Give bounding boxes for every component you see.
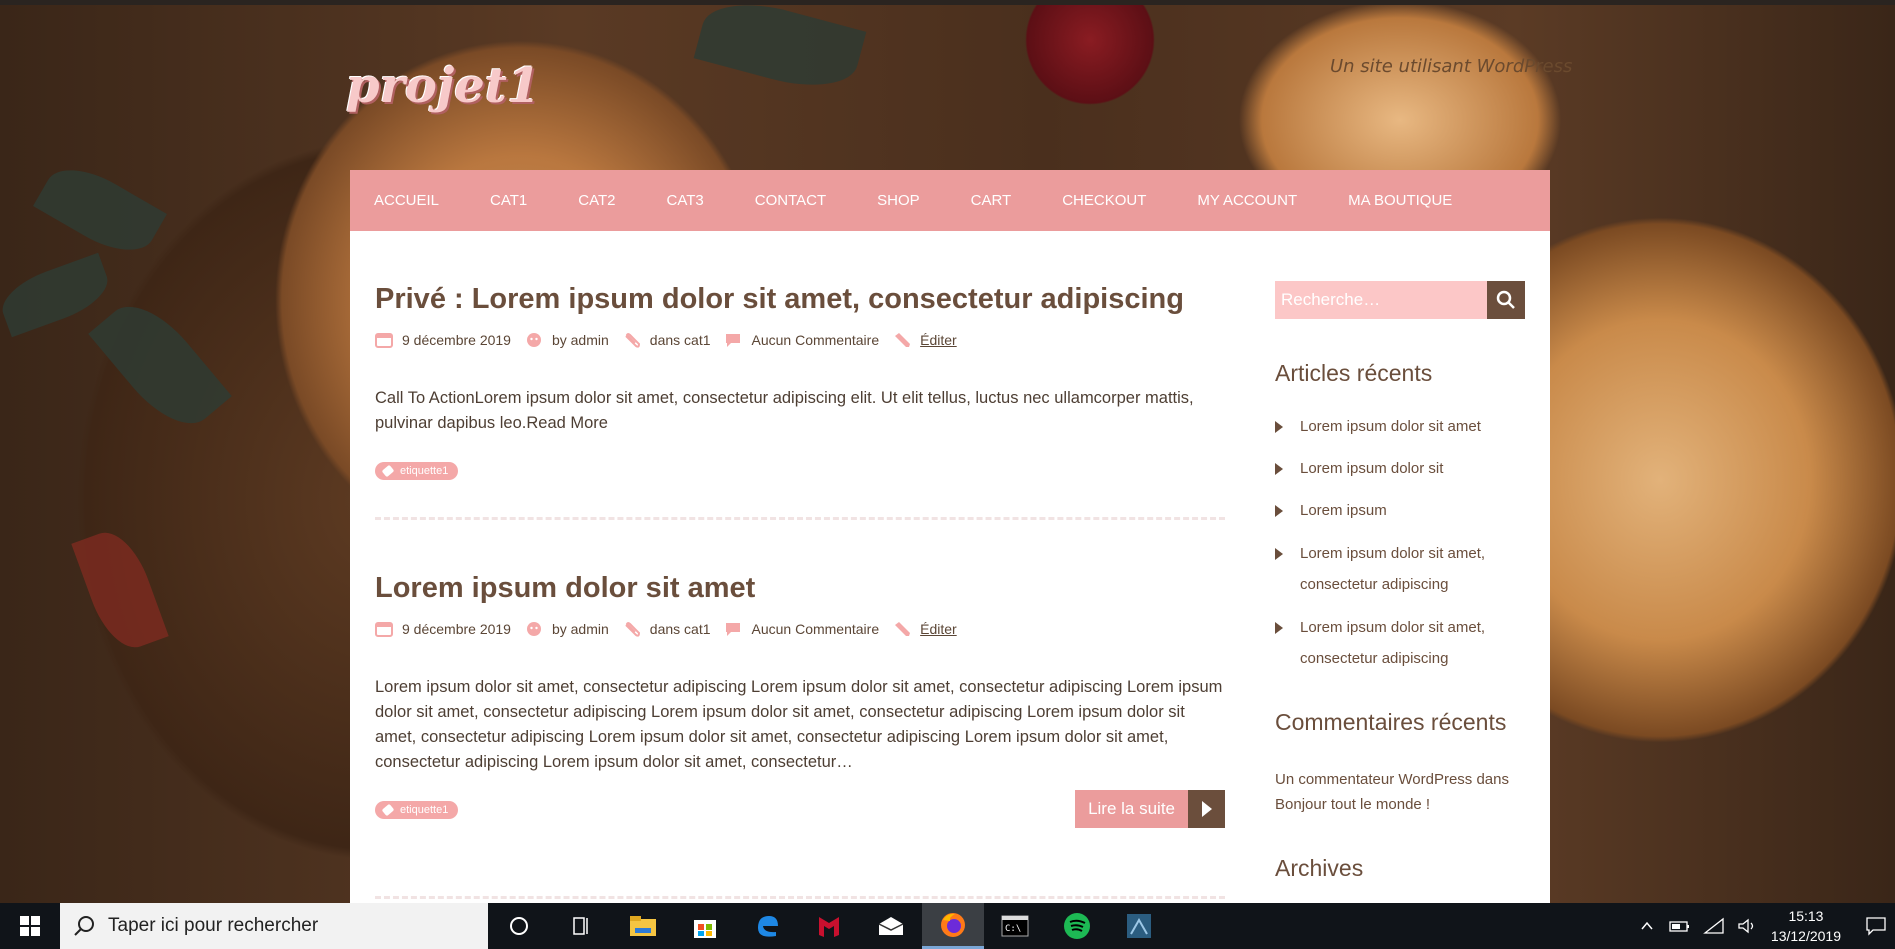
post-meta: 9 décembre 2019 by admin dans cat1 Aucun… [375,332,1225,348]
task-view-icon[interactable] [550,903,612,949]
notifications-icon[interactable] [1865,915,1887,937]
nav-cart[interactable]: CART [971,192,1012,209]
site-title[interactable]: projet1 [346,58,540,114]
comment-post-link[interactable]: Bonjour tout le monde ! [1275,796,1430,813]
tag-icon [381,464,395,478]
tag-badge[interactable]: etiquette1 [375,801,459,819]
nav-cat1[interactable]: CAT1 [490,192,527,209]
nav-accueil[interactable]: ACCUEIL [374,192,439,209]
recent-posts-list: Lorem ipsum dolor sit amet Lorem ipsum d… [1275,411,1525,686]
post-excerpt: Lorem ipsum dolor sit amet, consectetur … [375,678,1223,771]
arrow-right-icon [1188,790,1225,828]
user-icon [526,622,541,636]
recent-post-link[interactable]: Lorem ipsum dolor sit amet, consectetur … [1275,612,1525,674]
recent-comments-title: Commentaires récents [1275,709,1507,735]
tag-badge[interactable]: etiquette1 [375,462,459,480]
clock-time: 15:13 [1788,908,1824,924]
search-input[interactable]: Recherche… [1275,281,1487,319]
recent-posts-title: Articles récents [1275,360,1433,386]
store-icon[interactable] [674,903,736,949]
content-panel: Privé : Lorem ipsum dolor sit amet, cons… [350,231,1550,903]
paperclip-icon [625,333,640,348]
comment-icon [725,623,740,636]
battery-icon[interactable] [1669,918,1691,934]
post-author[interactable]: by admin [552,621,609,637]
terminal-icon[interactable]: C:\ [984,903,1046,949]
mcafee-icon[interactable] [798,903,860,949]
nav-my-account[interactable]: MY ACCOUNT [1197,192,1297,209]
paperclip-icon [625,622,640,637]
recent-post-link[interactable]: Lorem ipsum dolor sit amet, consectetur … [1275,538,1525,600]
archives-title: Archives [1275,855,1364,881]
post-comments[interactable]: Aucun Commentaire [752,621,880,637]
edit-link[interactable]: Éditer [920,332,957,348]
read-more-button[interactable]: Lire la suite [1075,790,1225,828]
windows-taskbar: Taper ici pour rechercher C:\ 15:13 13/1… [0,903,1895,949]
firefox-icon[interactable] [922,903,984,949]
main-nav: ACCUEIL CAT1 CAT2 CAT3 CONTACT SHOP CART… [350,170,1550,231]
calendar-icon [375,333,393,348]
start-button[interactable] [0,903,60,949]
post-date[interactable]: 9 décembre 2019 [402,621,511,637]
search-form: Recherche… [1275,281,1525,319]
post-title[interactable]: Lorem ipsum dolor sit amet [375,572,1225,605]
user-icon [526,333,541,347]
pencil-icon [895,622,911,636]
edge-icon[interactable] [736,903,798,949]
comment-author-link[interactable]: Un commentateur WordPress [1275,771,1472,788]
mysql-workbench-icon[interactable] [1108,903,1170,949]
recent-comment: Un commentateur WordPress dans Bonjour t… [1275,767,1525,817]
post-comments[interactable]: Aucun Commentaire [752,332,880,348]
file-explorer-icon[interactable] [612,903,674,949]
wifi-icon[interactable] [1703,917,1725,935]
svg-text:C:\: C:\ [1005,924,1021,934]
chevron-up-icon[interactable] [1639,918,1655,934]
pencil-icon [895,333,911,347]
recent-post-link[interactable]: Lorem ipsum dolor sit amet [1275,411,1525,442]
post-separator [375,517,1225,520]
clock-date: 13/12/2019 [1770,928,1841,944]
system-tray: 15:13 13/12/2019 [1639,903,1895,949]
windows-logo-icon [20,916,40,936]
post-date[interactable]: 9 décembre 2019 [402,332,511,348]
post-category[interactable]: dans cat1 [650,332,711,348]
search-icon [74,916,94,936]
site-tagline: Un site utilisant WordPress [1330,56,1573,77]
volume-icon[interactable] [1737,917,1757,935]
cortana-icon[interactable] [488,903,550,949]
edit-link[interactable]: Éditer [920,621,957,637]
post-author[interactable]: by admin [552,332,609,348]
nav-checkout[interactable]: CHECKOUT [1062,192,1146,209]
post: Privé : Lorem ipsum dolor sit amet, cons… [375,283,1225,480]
post: Lorem ipsum dolor sit amet 9 décembre 20… [375,572,1225,837]
spotify-icon[interactable] [1046,903,1108,949]
calendar-icon [375,622,393,637]
nav-cat3[interactable]: CAT3 [667,192,704,209]
post-category[interactable]: dans cat1 [650,621,711,637]
nav-contact[interactable]: CONTACT [755,192,826,209]
post-separator [375,896,1225,899]
comment-icon [725,334,740,347]
recent-post-link[interactable]: Lorem ipsum [1275,495,1525,526]
nav-ma-boutique[interactable]: MA BOUTIQUE [1348,192,1452,209]
nav-cat2[interactable]: CAT2 [578,192,615,209]
taskbar-clock[interactable]: 15:13 13/12/2019 [1771,906,1841,946]
post-excerpt: Call To ActionLorem ipsum dolor sit amet… [375,389,1194,432]
search-icon [1496,290,1515,309]
recent-post-link[interactable]: Lorem ipsum dolor sit [1275,453,1525,484]
taskbar-search-box[interactable]: Taper ici pour rechercher [60,903,488,949]
nav-shop[interactable]: SHOP [877,192,920,209]
tag-icon [381,803,395,817]
post-title[interactable]: Privé : Lorem ipsum dolor sit amet, cons… [375,283,1225,316]
comment-dans: dans [1476,771,1509,788]
mail-icon[interactable] [860,903,922,949]
search-button[interactable] [1487,281,1525,319]
post-meta: 9 décembre 2019 by admin dans cat1 Aucun… [375,621,1225,637]
